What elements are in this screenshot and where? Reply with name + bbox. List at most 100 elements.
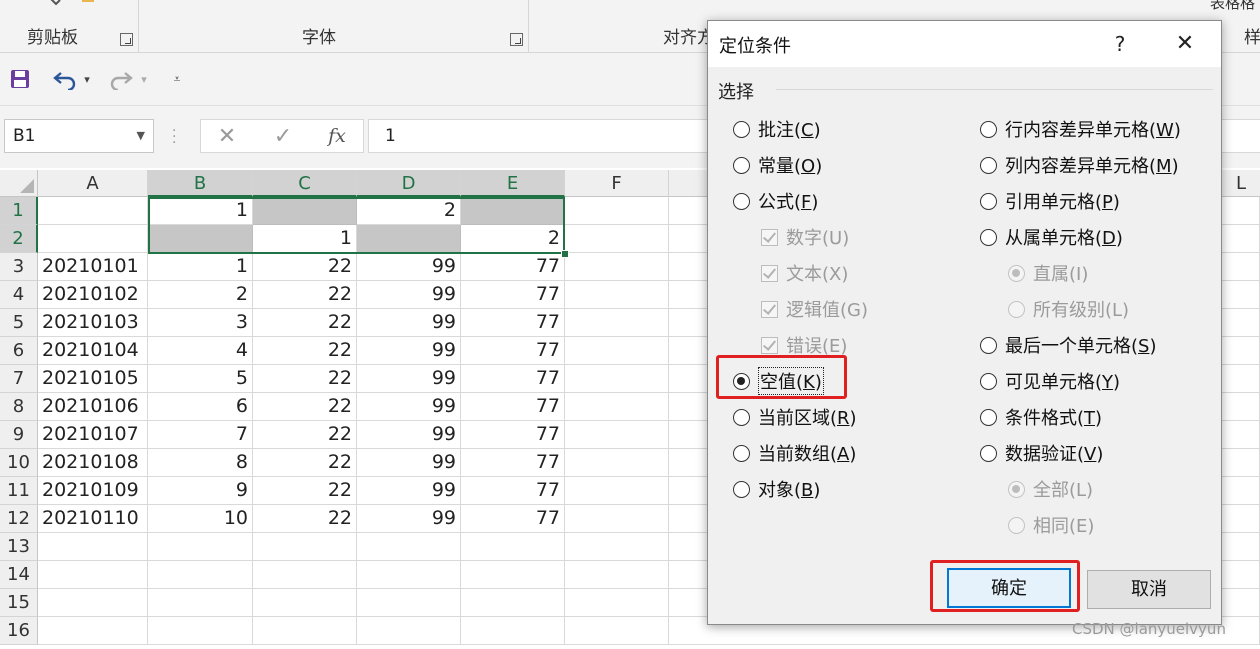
cell-d3[interactable]: 99 bbox=[357, 253, 461, 281]
cell-f7[interactable] bbox=[565, 365, 669, 393]
save-button[interactable] bbox=[6, 65, 34, 93]
cell-d6[interactable]: 99 bbox=[357, 337, 461, 365]
option-constants[interactable]: 常量(O) bbox=[733, 150, 822, 180]
cell-b2[interactable] bbox=[148, 225, 253, 253]
dialog-title-bar[interactable]: 定位条件 ? ✕ bbox=[708, 21, 1221, 67]
column-header-l[interactable]: L bbox=[1222, 170, 1260, 197]
column-header-a[interactable]: A bbox=[38, 170, 148, 197]
column-header-e[interactable]: E bbox=[461, 170, 565, 197]
cell-b9[interactable]: 7 bbox=[148, 421, 253, 449]
cell-a5[interactable]: 20210103 bbox=[38, 309, 148, 337]
cell-c14[interactable] bbox=[253, 561, 357, 589]
font-launcher-icon[interactable] bbox=[510, 33, 523, 46]
select-all-corner[interactable] bbox=[0, 170, 38, 197]
cell-f2[interactable] bbox=[565, 225, 669, 253]
cell-a10[interactable]: 20210108 bbox=[38, 449, 148, 477]
cell-c7[interactable]: 22 bbox=[253, 365, 357, 393]
option-dependents[interactable]: 从属单元格(D) bbox=[980, 222, 1123, 252]
cell-e2[interactable]: 2 bbox=[461, 225, 565, 253]
cell-c13[interactable] bbox=[253, 533, 357, 561]
close-icon[interactable]: ✕ bbox=[1168, 27, 1202, 61]
radio-icon[interactable] bbox=[980, 444, 997, 462]
name-box[interactable]: B1 ▼ bbox=[4, 119, 154, 153]
drag-handle-icon[interactable]: · · · bbox=[172, 124, 176, 150]
cell-a14[interactable] bbox=[38, 561, 148, 589]
cell-d9[interactable]: 99 bbox=[357, 421, 461, 449]
cell-a4[interactable]: 20210102 bbox=[38, 281, 148, 309]
cell-b14[interactable] bbox=[148, 561, 253, 589]
option-comments[interactable]: 批注(C) bbox=[733, 114, 821, 144]
radio-icon[interactable] bbox=[980, 336, 997, 354]
undo-button[interactable] bbox=[50, 65, 80, 93]
redo-button[interactable] bbox=[106, 65, 136, 93]
cell-e1[interactable] bbox=[461, 197, 565, 225]
chevron-down-icon[interactable]: ▼ bbox=[137, 120, 145, 152]
radio-icon[interactable] bbox=[980, 156, 997, 174]
cell-a8[interactable]: 20210106 bbox=[38, 393, 148, 421]
cell-a1[interactable] bbox=[38, 197, 148, 225]
cell-e13[interactable] bbox=[461, 533, 565, 561]
cell-d12[interactable]: 99 bbox=[357, 505, 461, 533]
cell-c15[interactable] bbox=[253, 589, 357, 617]
row-header-3[interactable]: 3 bbox=[0, 253, 38, 281]
cell-c16[interactable] bbox=[253, 617, 357, 645]
cell-e5[interactable]: 77 bbox=[461, 309, 565, 337]
cell-d16[interactable] bbox=[357, 617, 461, 645]
radio-icon[interactable] bbox=[733, 120, 750, 138]
cell-f1[interactable] bbox=[565, 197, 669, 225]
cell-a2[interactable] bbox=[38, 225, 148, 253]
cell-c11[interactable]: 22 bbox=[253, 477, 357, 505]
cell-e16[interactable] bbox=[461, 617, 565, 645]
row-header-15[interactable]: 15 bbox=[0, 589, 38, 617]
row-header-11[interactable]: 11 bbox=[0, 477, 38, 505]
row-header-10[interactable]: 10 bbox=[0, 449, 38, 477]
redo-dropdown-icon[interactable]: ▾ bbox=[137, 65, 151, 93]
cell-b12[interactable]: 10 bbox=[148, 505, 253, 533]
cell-d8[interactable]: 99 bbox=[357, 393, 461, 421]
cell-e7[interactable]: 77 bbox=[461, 365, 565, 393]
row-header-4[interactable]: 4 bbox=[0, 281, 38, 309]
cell-c6[interactable]: 22 bbox=[253, 337, 357, 365]
cell-b16[interactable] bbox=[148, 617, 253, 645]
cell-d15[interactable] bbox=[357, 589, 461, 617]
option-conditional-formats[interactable]: 条件格式(T) bbox=[980, 402, 1102, 432]
radio-icon[interactable] bbox=[733, 480, 750, 498]
cell-f11[interactable] bbox=[565, 477, 669, 505]
undo-dropdown-icon[interactable]: ▾ bbox=[80, 65, 94, 93]
row-header-8[interactable]: 8 bbox=[0, 393, 38, 421]
cell-d1[interactable]: 2 bbox=[357, 197, 461, 225]
cell-f3[interactable] bbox=[565, 253, 669, 281]
row-header-7[interactable]: 7 bbox=[0, 365, 38, 393]
cancel-edit-icon[interactable]: ✕ bbox=[207, 120, 247, 152]
radio-icon[interactable] bbox=[733, 444, 750, 462]
cell-b13[interactable] bbox=[148, 533, 253, 561]
cell-d11[interactable]: 99 bbox=[357, 477, 461, 505]
option-data-validation[interactable]: 数据验证(V) bbox=[980, 438, 1103, 468]
cell-b8[interactable]: 6 bbox=[148, 393, 253, 421]
cell-b7[interactable]: 5 bbox=[148, 365, 253, 393]
row-header-5[interactable]: 5 bbox=[0, 309, 38, 337]
row-header-9[interactable]: 9 bbox=[0, 421, 38, 449]
cell-f16[interactable] bbox=[565, 617, 669, 645]
cell-b15[interactable] bbox=[148, 589, 253, 617]
cell-e6[interactable]: 77 bbox=[461, 337, 565, 365]
cell-a16[interactable] bbox=[38, 617, 148, 645]
cell-d13[interactable] bbox=[357, 533, 461, 561]
cell-d5[interactable]: 99 bbox=[357, 309, 461, 337]
radio-icon[interactable] bbox=[733, 156, 750, 174]
cell-c3[interactable]: 22 bbox=[253, 253, 357, 281]
row-header-12[interactable]: 12 bbox=[0, 505, 38, 533]
cell-e4[interactable]: 77 bbox=[461, 281, 565, 309]
help-icon[interactable]: ? bbox=[1106, 29, 1134, 59]
radio-icon[interactable] bbox=[733, 408, 750, 426]
insert-function-icon[interactable]: fx bbox=[317, 120, 357, 152]
cell-a9[interactable]: 20210107 bbox=[38, 421, 148, 449]
cell-f9[interactable] bbox=[565, 421, 669, 449]
cell-a12[interactable]: 20210110 bbox=[38, 505, 148, 533]
cell-b1[interactable]: 1 bbox=[148, 197, 253, 225]
cell-f15[interactable] bbox=[565, 589, 669, 617]
row-header-13[interactable]: 13 bbox=[0, 533, 38, 561]
cell-c5[interactable]: 22 bbox=[253, 309, 357, 337]
option-current-array[interactable]: 当前数组(A) bbox=[733, 438, 856, 468]
radio-icon[interactable] bbox=[733, 372, 750, 390]
